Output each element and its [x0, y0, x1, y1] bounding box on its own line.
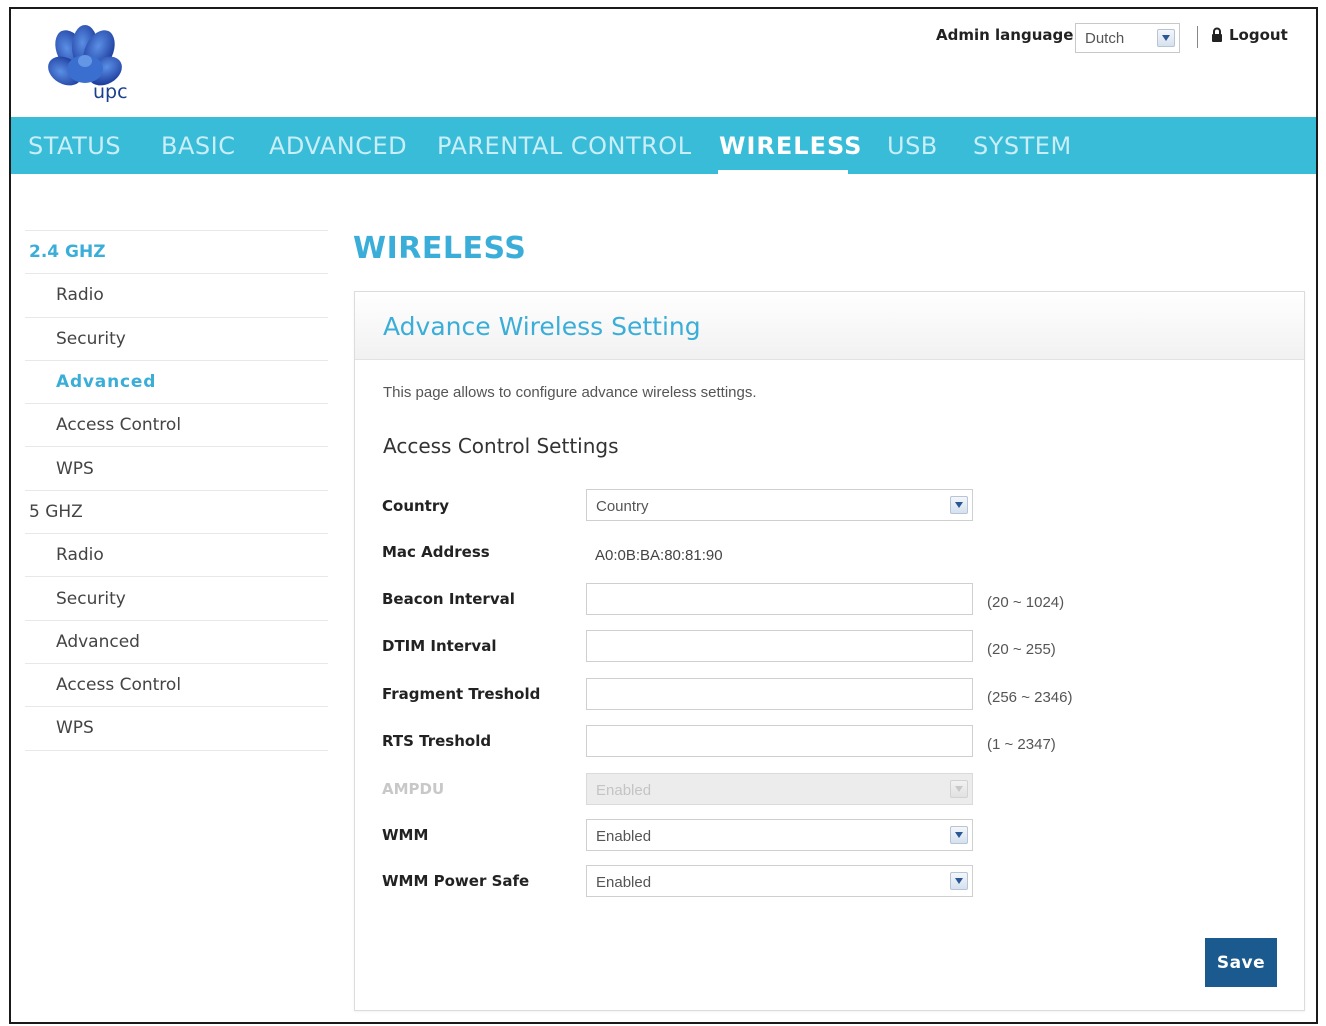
save-button[interactable]: Save — [1205, 938, 1277, 987]
sidebar-divider — [25, 749, 328, 751]
rts-treshold-range: (1 ~ 2347) — [987, 736, 1056, 753]
country-select[interactable]: Country — [586, 489, 973, 521]
beacon-interval-label: Beacon Interval — [382, 590, 515, 608]
settings-panel: Advance Wireless Setting This page allow… — [354, 291, 1305, 1011]
ampdu-select: Enabled — [586, 773, 973, 805]
sidebar-item-5ghz-advanced[interactable]: Advanced — [25, 619, 328, 663]
logout-button[interactable]: Logout — [1211, 24, 1288, 46]
ampdu-value: Enabled — [596, 782, 652, 799]
sidebar: 2.4 GHZ Radio Security Advanced Access C… — [25, 230, 328, 751]
sidebar-group-2-4ghz[interactable]: 2.4 GHZ — [25, 230, 328, 273]
country-label: Country — [382, 497, 450, 515]
panel-header: Advance Wireless Setting — [355, 292, 1304, 360]
chevron-down-icon — [950, 780, 968, 798]
router-admin-window: upc Admin language: Dutch Logout STATUS … — [9, 7, 1318, 1024]
page-description: This page allows to configure advance wi… — [383, 384, 757, 401]
nav-usb[interactable]: USB — [887, 132, 938, 160]
rts-treshold-input[interactable] — [586, 725, 973, 757]
lock-icon — [1212, 27, 1222, 42]
sidebar-item-5ghz-radio[interactable]: Radio — [25, 533, 328, 576]
chevron-down-icon — [1157, 29, 1175, 47]
sidebar-item-5ghz-security[interactable]: Security — [25, 576, 328, 619]
sidebar-item-2-4ghz-advanced[interactable]: Advanced — [25, 359, 328, 403]
dtim-interval-input[interactable] — [586, 630, 973, 662]
nav-basic[interactable]: BASIC — [161, 132, 235, 160]
nav-parental-control[interactable]: PARENTAL CONTROL — [437, 132, 692, 160]
chevron-down-icon — [950, 496, 968, 514]
panel-title: Advance Wireless Setting — [383, 312, 701, 341]
sidebar-item-2-4ghz-access-control[interactable]: Access Control — [25, 403, 328, 446]
dtim-interval-label: DTIM Interval — [382, 637, 497, 655]
nav-wireless[interactable]: WIRELESS — [719, 132, 862, 160]
wmm-value: Enabled — [596, 828, 652, 845]
nav-status[interactable]: STATUS — [28, 132, 121, 160]
sidebar-item-2-4ghz-radio[interactable]: Radio — [25, 273, 328, 316]
chevron-down-icon — [950, 872, 968, 890]
chevron-down-icon — [950, 826, 968, 844]
page-title: WIRELESS — [353, 231, 527, 266]
rts-treshold-label: RTS Treshold — [382, 732, 492, 750]
wmm-power-safe-value: Enabled — [596, 874, 652, 891]
logout-label: Logout — [1229, 26, 1288, 44]
wmm-power-safe-label: WMM Power Safe — [382, 872, 530, 890]
sidebar-item-2-4ghz-wps[interactable]: WPS — [25, 446, 328, 489]
wmm-label: WMM — [382, 826, 429, 844]
fragment-treshold-range: (256 ~ 2346) — [987, 689, 1073, 706]
beacon-interval-range: (20 ~ 1024) — [987, 594, 1065, 611]
logo-text: upc — [93, 81, 128, 103]
active-tab-indicator — [718, 170, 848, 174]
beacon-interval-input[interactable] — [586, 583, 973, 615]
sidebar-item-5ghz-access-control[interactable]: Access Control — [25, 662, 328, 706]
admin-language-value: Dutch — [1085, 30, 1125, 47]
country-value: Country — [596, 498, 649, 515]
ampdu-label: AMPDU — [382, 780, 445, 798]
admin-language-select[interactable]: Dutch — [1075, 23, 1180, 53]
nav-advanced[interactable]: ADVANCED — [269, 132, 407, 160]
wmm-power-safe-select[interactable]: Enabled — [586, 865, 973, 897]
main-nav: STATUS BASIC ADVANCED PARENTAL CONTROL W… — [11, 117, 1316, 174]
admin-language-label: Admin language: — [936, 26, 1080, 44]
nav-system[interactable]: SYSTEM — [973, 132, 1072, 160]
header: upc Admin language: Dutch Logout — [11, 9, 1316, 117]
wmm-select[interactable]: Enabled — [586, 819, 973, 851]
sidebar-item-2-4ghz-security[interactable]: Security — [25, 316, 328, 360]
sidebar-group-5ghz[interactable]: 5 GHZ — [25, 489, 328, 533]
header-divider — [1197, 26, 1198, 48]
mac-address-label: Mac Address — [382, 543, 490, 561]
sidebar-item-5ghz-wps[interactable]: WPS — [25, 706, 328, 749]
section-title: Access Control Settings — [383, 434, 619, 458]
fragment-treshold-label: Fragment Treshold — [382, 685, 541, 703]
fragment-treshold-input[interactable] — [586, 678, 973, 710]
dtim-interval-range: (20 ~ 255) — [987, 641, 1056, 658]
mac-address-value: A0:0B:BA:80:81:90 — [595, 547, 723, 564]
